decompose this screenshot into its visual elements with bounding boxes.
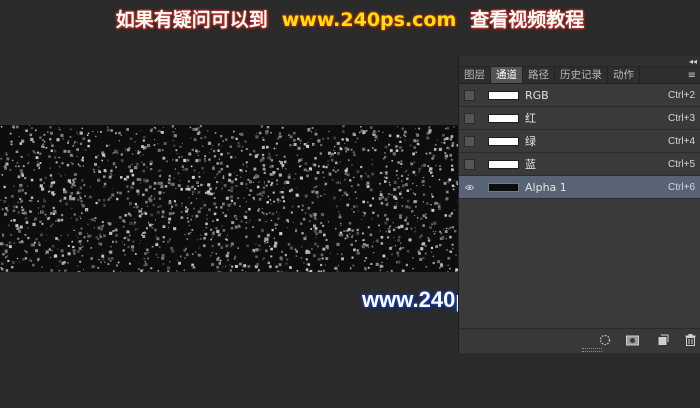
save-selection-icon[interactable] <box>625 333 639 347</box>
tab-paths[interactable]: 路径 <box>523 67 555 83</box>
tab-channels[interactable]: 通道 <box>491 67 523 83</box>
eye-icon[interactable] <box>464 182 475 193</box>
channel-row-green[interactable]: 绿 Ctrl+4 <box>459 130 700 153</box>
channel-row-alpha1[interactable]: Alpha 1 Ctrl+6 <box>459 176 700 199</box>
channel-shortcut: Ctrl+4 <box>668 135 695 147</box>
tab-history[interactable]: 历史记录 <box>555 67 608 83</box>
noise-texture <box>0 125 459 272</box>
banner-left-text: 如果有疑问可以到 <box>115 9 268 31</box>
channel-thumbnail <box>488 182 519 192</box>
banner-right-text: 查看视频教程 <box>470 9 585 31</box>
channel-shortcut: Ctrl+2 <box>668 89 695 101</box>
visibility-toggle[interactable] <box>464 158 475 170</box>
channel-thumbnail <box>488 136 519 146</box>
resize-grip[interactable] <box>582 348 602 352</box>
canvas-noise-image <box>0 125 459 272</box>
channel-name: RGB <box>525 88 549 102</box>
collapse-icon[interactable]: ◂◂ <box>689 57 697 66</box>
channel-row-rgb[interactable]: RGB Ctrl+2 <box>459 84 700 107</box>
channel-name: 蓝 <box>525 158 536 171</box>
visibility-toggle[interactable] <box>464 112 475 124</box>
visibility-toggle[interactable] <box>464 135 475 147</box>
panel-tabs: 图层 通道 路径 历史记录 动作 ≡ <box>459 67 700 84</box>
new-channel-icon[interactable] <box>656 333 670 347</box>
tab-actions[interactable]: 动作 <box>608 67 640 83</box>
tab-layers[interactable]: 图层 <box>459 67 491 83</box>
channel-shortcut: Ctrl+5 <box>668 158 695 170</box>
channel-thumbnail <box>488 90 519 100</box>
channel-thumbnail <box>488 113 519 123</box>
channel-row-blue[interactable]: 蓝 Ctrl+5 <box>459 153 700 176</box>
channel-shortcut: Ctrl+6 <box>668 181 695 193</box>
channel-shortcut: Ctrl+3 <box>668 112 695 124</box>
channel-row-red[interactable]: 红 Ctrl+3 <box>459 107 700 130</box>
channels-panel: ◂◂ 图层 通道 路径 历史记录 动作 ≡ RGB Ctrl+2 红 Ctrl+… <box>458 56 700 353</box>
panel-menu-icon[interactable]: ≡ <box>688 67 696 84</box>
channel-name: Alpha 1 <box>525 180 567 194</box>
panel-title-bar[interactable]: ◂◂ <box>459 56 700 67</box>
tutorial-banner: 如果有疑问可以到 www.240ps.com 查看视频教程 <box>0 6 700 34</box>
panel-footer <box>459 328 700 353</box>
visibility-toggle[interactable] <box>464 89 475 101</box>
channel-name: 红 <box>525 112 536 125</box>
banner-url: www.240ps.com <box>281 9 457 31</box>
channel-name: 绿 <box>525 135 536 148</box>
channel-thumbnail <box>488 159 519 169</box>
channel-list: RGB Ctrl+2 红 Ctrl+3 绿 Ctrl+4 蓝 Ctrl+5 Al… <box>459 84 700 199</box>
load-selection-icon[interactable] <box>598 333 612 347</box>
eye-icon-graphic <box>465 184 474 190</box>
delete-channel-icon[interactable] <box>683 333 697 347</box>
